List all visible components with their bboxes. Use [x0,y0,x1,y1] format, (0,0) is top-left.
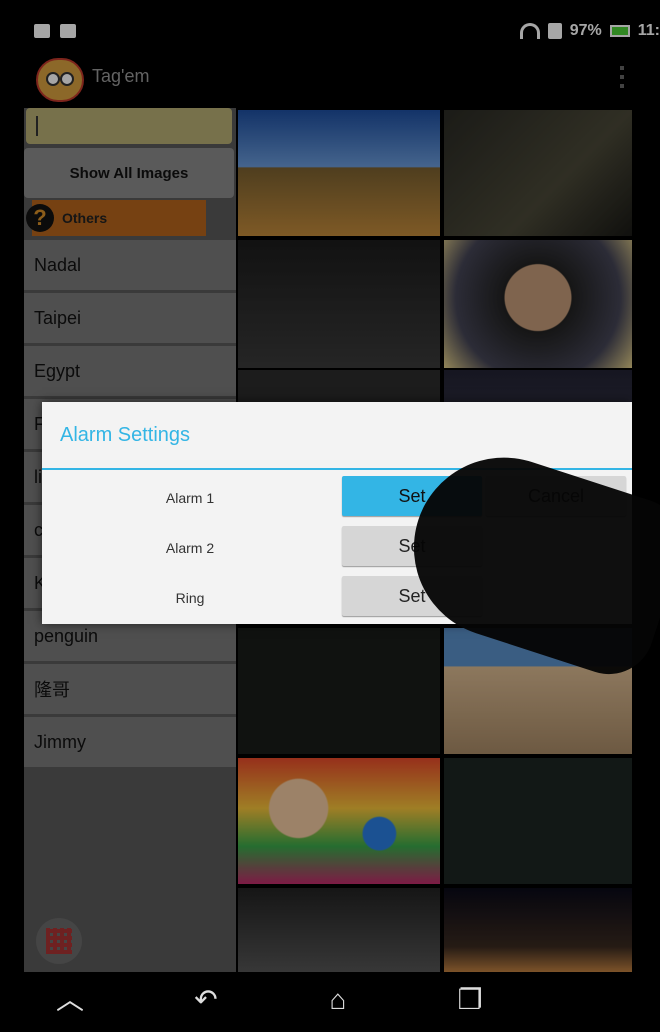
wifi-icon [519,23,540,39]
show-all-images-button[interactable]: Show All Images [24,148,234,198]
photo-bw[interactable] [238,888,440,972]
tag-item-longge[interactable]: 隆哥 [24,664,236,714]
search-input[interactable] [26,108,232,144]
play-store-notification-icon [60,24,76,38]
back-icon[interactable]: ↶ [186,982,226,1018]
photo-blackboard-1[interactable] [238,628,440,754]
sim-icon [547,23,562,39]
hide-keyboard-icon[interactable]: ︿ [50,982,90,1018]
status-bar: 97% 11: [0,18,660,52]
battery-percent: 97% [569,22,602,39]
action-bar: Tag'em [0,52,660,106]
battery-icon [609,25,630,37]
photo-city-night[interactable] [444,888,632,972]
tag-item-jimmy[interactable]: Jimmy [24,717,236,767]
tag-item-taipei[interactable]: Taipei [24,293,236,343]
home-icon[interactable]: ⌂ [318,982,358,1018]
dialog-title: Alarm Settings [60,424,191,446]
others-tag-button[interactable]: ? Others [26,200,206,236]
tag-item-egypt[interactable]: Egypt [24,346,236,396]
navigation-bar: ︿ ↶ ⌂ ❐ [0,972,660,1032]
question-mark-icon: ? [26,204,54,232]
photo-portrait[interactable] [444,240,632,368]
grid-icon [46,928,72,954]
others-label: Others [62,210,108,226]
photo-blackboard-2[interactable] [444,758,632,884]
photo-dark-1[interactable] [238,240,440,368]
text-caret [36,116,38,136]
tag-item-nadal[interactable]: Nadal [24,240,236,290]
photo-pyramids[interactable] [238,110,440,236]
ring-label: Ring [175,590,205,606]
clock: 11: [637,22,660,39]
app-logo-icon[interactable] [36,58,84,102]
alarm-1-label: Alarm 1 [165,490,215,506]
alarm-2-label: Alarm 2 [165,540,215,556]
recent-apps-icon[interactable]: ❐ [450,982,490,1018]
app-title: Tag'em [92,66,150,86]
photo-ball-pit[interactable] [238,758,440,884]
photo-notification-icon [34,24,50,38]
photo-people-lab[interactable] [444,110,632,236]
grid-menu-button[interactable] [36,918,82,964]
overflow-menu-icon[interactable] [620,66,624,88]
